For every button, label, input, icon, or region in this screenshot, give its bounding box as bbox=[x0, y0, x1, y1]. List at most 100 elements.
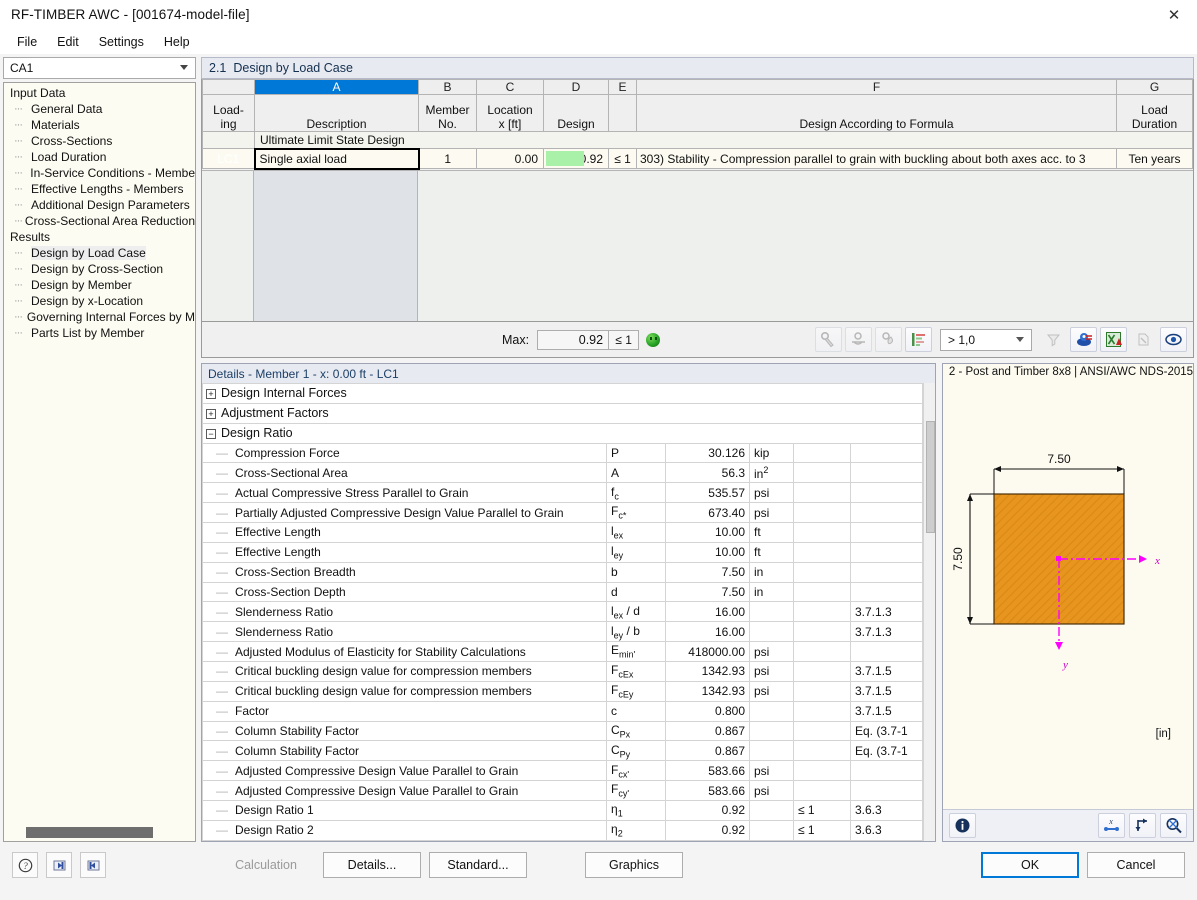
sidebar-item-in-service-conditions[interactable]: ···In-Service Conditions - Membe bbox=[4, 165, 195, 181]
cell-formula[interactable]: 303) Stability - Compression parallel to… bbox=[637, 149, 1117, 169]
sidebar-item-general-data[interactable]: ···General Data bbox=[4, 101, 195, 117]
node-design-internal-forces[interactable]: +Design Internal Forces bbox=[203, 384, 923, 404]
scrollbar-thumb[interactable] bbox=[26, 827, 153, 838]
details-row[interactable]: —Slenderness Ratioley / b16.003.7.1.3 bbox=[203, 622, 923, 642]
sidebar-item-design-by-x-location[interactable]: ···Design by x-Location bbox=[4, 293, 195, 309]
material-tool-icon[interactable] bbox=[875, 327, 902, 352]
sidebar-item-design-by-load-case[interactable]: ···Design by Load Case bbox=[4, 245, 195, 261]
rfem-export-icon[interactable] bbox=[1070, 327, 1097, 352]
col-letter-g[interactable]: G bbox=[1117, 80, 1193, 95]
details-row[interactable]: —Factorc0.8003.7.1.5 bbox=[203, 701, 923, 721]
details-row[interactable]: —Adjusted Compressive Design Value Paral… bbox=[203, 761, 923, 781]
tree-connector-icon: ··· bbox=[14, 279, 31, 291]
details-row[interactable]: —Critical buckling design value for comp… bbox=[203, 681, 923, 701]
info-icon[interactable] bbox=[949, 813, 976, 838]
detail-label: —Adjusted Compressive Design Value Paral… bbox=[203, 761, 607, 781]
details-row[interactable]: —Design Ratio 1η10.92≤ 13.6.3 bbox=[203, 801, 923, 821]
excel-export-icon[interactable] bbox=[1100, 327, 1127, 352]
cell-location[interactable]: 0.00 bbox=[477, 149, 544, 169]
details-row[interactable]: —Adjusted Modulus of Elasticity for Stab… bbox=[203, 642, 923, 662]
details-row[interactable]: —Partially Adjusted Compressive Design V… bbox=[203, 503, 923, 523]
menu-help[interactable]: Help bbox=[155, 32, 199, 52]
load-case-select[interactable]: CA1 bbox=[3, 57, 196, 79]
cell-member-no[interactable]: 1 bbox=[419, 149, 477, 169]
ok-button[interactable]: OK bbox=[981, 852, 1079, 878]
col-letter-b[interactable]: B bbox=[419, 80, 477, 95]
sidebar-item-additional-design-parameters[interactable]: ···Additional Design Parameters bbox=[4, 197, 195, 213]
cancel-button[interactable]: Cancel bbox=[1087, 852, 1185, 878]
filter-select[interactable]: > 1,0 bbox=[940, 329, 1032, 351]
standard-button[interactable]: Standard... bbox=[429, 852, 527, 878]
header-loading: Load- ing bbox=[203, 95, 255, 132]
scrollbar-thumb[interactable] bbox=[926, 421, 935, 533]
details-row[interactable]: —Compression ForceP30.126kip bbox=[203, 443, 923, 463]
details-row[interactable]: —Cross-Section Breadthb7.50in bbox=[203, 562, 923, 582]
details-row[interactable]: —Effective Lengthley10.00ft bbox=[203, 542, 923, 562]
graphics-button[interactable]: Graphics bbox=[585, 852, 683, 878]
details-row[interactable]: —Cross-Section Depthd7.50in bbox=[203, 582, 923, 602]
sidebar-item-design-by-member[interactable]: ···Design by Member bbox=[4, 277, 195, 293]
sidebar-item-load-duration[interactable]: ···Load Duration bbox=[4, 149, 195, 165]
sidebar-horizontal-scrollbar[interactable] bbox=[3, 824, 196, 842]
expand-icon[interactable]: + bbox=[206, 409, 216, 419]
details-row[interactable]: —Design Ratio 2η20.92≤ 13.6.3 bbox=[203, 820, 923, 840]
details-vertical-scrollbar[interactable] bbox=[923, 383, 935, 841]
col-letter-e[interactable]: E bbox=[609, 80, 637, 95]
sidebar-item-design-by-cross-section[interactable]: ···Design by Cross-Section bbox=[4, 261, 195, 277]
detail-value: 1342.93 bbox=[666, 662, 750, 682]
axis-origin-icon[interactable] bbox=[1129, 813, 1156, 838]
menu-edit[interactable]: Edit bbox=[48, 32, 88, 52]
cell-description[interactable]: Single axial load bbox=[255, 149, 419, 169]
table-row[interactable]: LC1 Single axial load 1 0.00 0.92 ≤ 1 30… bbox=[203, 149, 1193, 169]
printout-icon[interactable] bbox=[1130, 327, 1157, 352]
details-button[interactable]: Details... bbox=[323, 852, 421, 878]
axis-x-icon[interactable]: x bbox=[1098, 813, 1125, 838]
cell-loading[interactable]: LC1 bbox=[203, 149, 255, 169]
details-row[interactable]: —Adjusted Compressive Design Value Paral… bbox=[203, 781, 923, 801]
menu-settings[interactable]: Settings bbox=[90, 32, 153, 52]
view-eye-icon[interactable] bbox=[1160, 327, 1187, 352]
details-node-row[interactable]: +Adjustment Factors bbox=[203, 403, 923, 423]
details-row[interactable]: —Effective Lengthlex10.00ft bbox=[203, 523, 923, 543]
sidebar-item-cross-sectional-area-reduction[interactable]: ···Cross-Sectional Area Reduction bbox=[4, 213, 195, 229]
sidebar-item-parts-list-by-member[interactable]: ···Parts List by Member bbox=[4, 325, 195, 341]
col-letter-f[interactable]: F bbox=[637, 80, 1117, 95]
col-letter-d[interactable]: D bbox=[544, 80, 609, 95]
details-row[interactable]: —Column Stability FactorCPy0.867Eq. (3.7… bbox=[203, 741, 923, 761]
details-node-row[interactable]: +Design Internal Forces bbox=[203, 384, 923, 404]
next-view-icon[interactable] bbox=[80, 852, 106, 878]
cross-section-drawing[interactable]: 7.50 7.50 x bbox=[943, 382, 1193, 809]
sidebar-item-cross-sections[interactable]: ···Cross-Sections bbox=[4, 133, 195, 149]
details-row[interactable]: —Critical buckling design value for comp… bbox=[203, 662, 923, 682]
close-icon[interactable]: ✕ bbox=[1151, 0, 1197, 29]
details-row[interactable]: —Cross-Sectional AreaA56.3in2 bbox=[203, 463, 923, 483]
sidebar-item-materials[interactable]: ···Materials bbox=[4, 117, 195, 133]
detail-symbol: P bbox=[607, 443, 666, 463]
previous-view-icon[interactable] bbox=[46, 852, 72, 878]
sidebar-item-effective-lengths[interactable]: ···Effective Lengths - Members bbox=[4, 181, 195, 197]
sidebar-item-governing-internal-forces[interactable]: ···Governing Internal Forces by M bbox=[4, 309, 195, 325]
col-letter-a[interactable]: A bbox=[255, 80, 419, 95]
expand-icon[interactable]: + bbox=[206, 389, 216, 399]
zoom-section-icon[interactable] bbox=[1160, 813, 1187, 838]
col-letter-c[interactable]: C bbox=[477, 80, 544, 95]
node-adjustment-factors[interactable]: +Adjustment Factors bbox=[203, 403, 923, 423]
tree-connector-icon: — bbox=[207, 466, 235, 480]
details-row[interactable]: —Column Stability FactorCPx0.867Eq. (3.7… bbox=[203, 721, 923, 741]
detail-symbol: ley / b bbox=[607, 622, 666, 642]
details-node-row[interactable]: −Design Ratio bbox=[203, 423, 923, 443]
details-row[interactable]: —Actual Compressive Stress Parallel to G… bbox=[203, 483, 923, 503]
details-header: Details - Member 1 - x: 0.00 ft - LC1 bbox=[202, 364, 935, 383]
status-smiley-icon bbox=[646, 333, 660, 347]
wrench-tool-icon[interactable] bbox=[815, 327, 842, 352]
cell-load-duration[interactable]: Ten years bbox=[1117, 149, 1193, 169]
details-row[interactable]: —Slenderness Ratiolex / d16.003.7.1.3 bbox=[203, 602, 923, 622]
color-bars-icon[interactable] bbox=[905, 327, 932, 352]
collapse-icon[interactable]: − bbox=[206, 429, 216, 439]
funnel-filter-icon[interactable] bbox=[1040, 327, 1067, 352]
help-icon[interactable]: ? bbox=[12, 852, 38, 878]
cell-design-ratio[interactable]: 0.92 bbox=[544, 149, 609, 169]
menu-file[interactable]: File bbox=[8, 32, 46, 52]
section-tool-icon[interactable] bbox=[845, 327, 872, 352]
node-design-ratio[interactable]: −Design Ratio bbox=[203, 423, 923, 443]
